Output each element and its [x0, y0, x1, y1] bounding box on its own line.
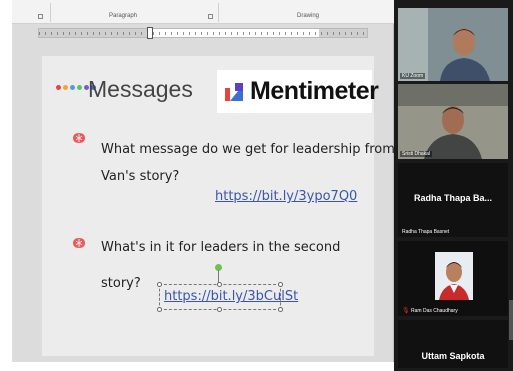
ribbon-separator — [50, 3, 51, 22]
participant-tile[interactable]: KU Zoom — [398, 8, 508, 81]
participant-name-label: Sristi Dhakal — [400, 151, 433, 157]
participant-tile[interactable]: Radha Thapa Ba... Radha Thapa Basnet — [398, 163, 508, 237]
mentimeter-wordmark: Mentimeter — [250, 77, 379, 105]
title-dot — [70, 85, 75, 90]
paragraph-group-label: Paragraph — [109, 13, 138, 19]
ribbon: Paragraph Drawing — [12, 0, 394, 24]
horizontal-ruler[interactable] — [38, 27, 368, 39]
brain-bullet-icon — [73, 133, 85, 143]
question-2-line-2: story? — [101, 276, 141, 291]
mic-muted-icon: 🎙 — [402, 308, 410, 314]
resize-handle[interactable] — [157, 307, 162, 312]
title-dot — [63, 85, 68, 90]
participant-tile[interactable]: 🎙 Ram Das Chaudhary — [398, 241, 508, 316]
brain-bullet-icon — [73, 238, 85, 248]
word-window: Paragraph Drawing Messages Mentimeter Wh… — [12, 0, 420, 362]
mentimeter-logo-icon — [225, 83, 243, 101]
drawing-group-label: Drawing — [297, 13, 320, 19]
resize-handle[interactable] — [217, 282, 222, 287]
mentimeter-logo-box: Mentimeter — [217, 70, 379, 113]
resize-handle[interactable] — [157, 282, 162, 287]
participant-name-label: Radha Thapa Basnet — [402, 229, 450, 235]
participant-tile[interactable]: Sristi Dhakal — [398, 84, 508, 159]
ribbon-separator — [218, 3, 219, 22]
panel-scrollbar[interactable] — [509, 300, 513, 340]
question-1-line-1: What message do we get for leadership fr… — [101, 142, 420, 157]
ruler-ticks — [39, 32, 367, 35]
participant-name-text: Ram Das Chaudhary — [411, 308, 458, 314]
participant-display-name: Uttam Sapkota — [421, 351, 485, 361]
resize-handle[interactable] — [278, 307, 283, 312]
participant-tile[interactable]: Uttam Sapkota — [398, 320, 508, 368]
question-1-link[interactable]: https://bit.ly/3ypo7Q0 — [215, 189, 357, 204]
question-2-line-1: What's in it for leaders in the second — [101, 240, 341, 255]
zoom-participants-panel: KU Zoom Sristi Dhakal Radha Thapa Ba... … — [394, 0, 513, 371]
font-group-launcher-icon[interactable] — [38, 14, 43, 19]
title-dot — [77, 85, 82, 90]
participant-name-label: KU Zoom — [400, 73, 426, 79]
participant-video — [398, 8, 508, 81]
paragraph-group-launcher-icon[interactable] — [208, 14, 213, 19]
indent-marker[interactable] — [147, 27, 153, 39]
slide-title: Messages — [88, 76, 193, 102]
participant-name-label: 🎙 Ram Das Chaudhary — [400, 307, 460, 314]
participant-video — [398, 84, 508, 159]
participant-display-name: Radha Thapa Ba... — [413, 193, 493, 203]
slide: Messages Mentimeter What message do we g… — [42, 56, 420, 356]
selected-text-box[interactable]: https://bit.ly/3bCulSt — [157, 282, 298, 312]
question-1-line-2: Van's story? — [101, 169, 180, 184]
resize-handle[interactable] — [278, 282, 283, 287]
title-dot — [56, 85, 61, 90]
question-2-link[interactable]: https://bit.ly/3bCulSt — [164, 289, 298, 304]
resize-handle[interactable] — [217, 307, 222, 312]
participant-photo — [435, 252, 473, 300]
